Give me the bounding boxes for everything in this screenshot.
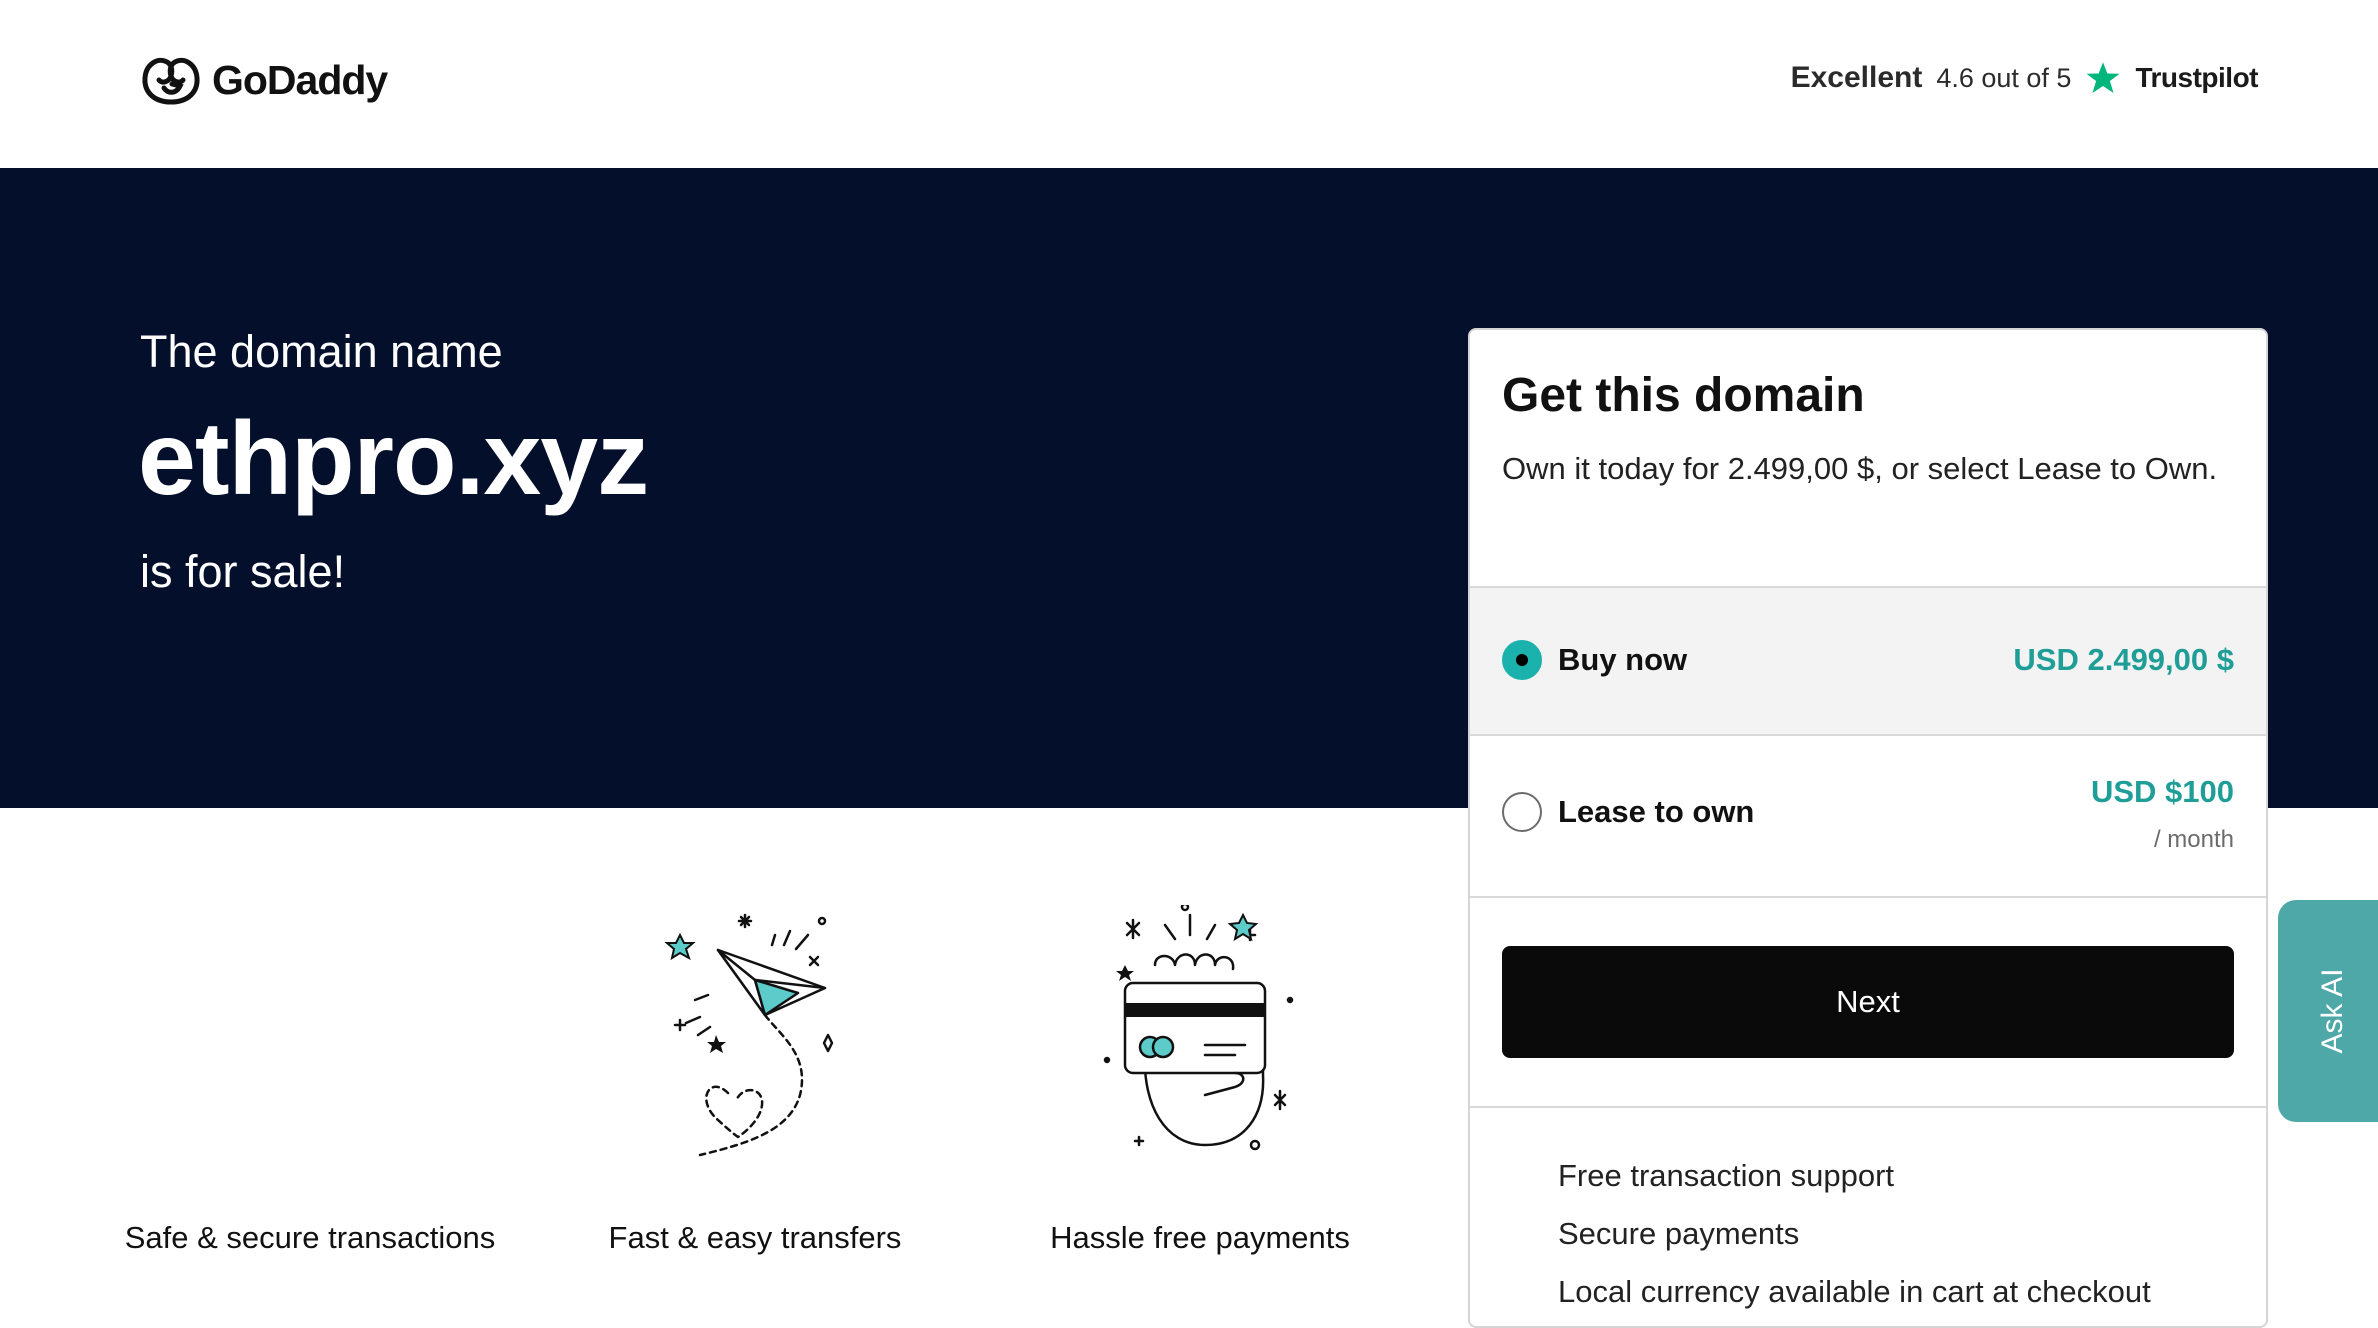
trustpilot-star-icon [2086,62,2120,93]
paper-plane-icon [664,913,834,1157]
lease-price-unit: / month [2153,826,2234,853]
feature-label: Safe & secure transactions [124,1220,496,1255]
card-title: Get this domain [1502,369,1865,422]
next-button-area: Next [1470,898,2266,1108]
feature-label: Hassle free payments [1050,1220,1350,1255]
lease-radio[interactable] [1502,792,1542,832]
feature-fast-transfers: Fast & easy transfers [555,1220,955,1256]
benefit-item: Free transaction support [1558,1158,1895,1193]
hero-intro: The domain name [140,326,503,377]
feature-safe-secure: Safe & secure transactions [110,1220,510,1256]
rating-score: 4.6 out of 5 [1936,62,2072,93]
next-button[interactable]: Next [1502,946,2234,1058]
option-lease-to-own[interactable]: Lease to own USD $100 / month [1470,736,2266,898]
domain-name: ethpro.xyz [138,401,649,517]
hero-for-sale: is for sale! [140,546,346,597]
benefit-item: Local currency available in cart at chec… [1558,1274,2151,1309]
buy-now-price: USD 2.499,00 $ [2013,642,2234,677]
benefits-list: Free transaction support Secure payments… [1470,1108,2266,1326]
godaddy-logo-icon [142,57,200,105]
feature-hassle-free: Hassle free payments [1000,1220,1400,1256]
trustpilot-brand: Trustpilot [2135,62,2258,93]
logo-wordmark: GoDaddy [212,56,388,103]
card-subtitle: Own it today for 2.499,00 $, or select L… [1502,451,2218,486]
purchase-card: Get this domain Own it today for 2.499,0… [1468,328,2268,1328]
ask-ai-button[interactable]: Ask AI [2278,900,2378,1122]
rating-word: Excellent [1790,61,1923,94]
buy-now-radio[interactable] [1502,640,1542,680]
site-header: GoDaddy Excellent 4.6 out of 5 Trustpilo… [0,0,2378,168]
ask-ai-label: Ask AI [2316,968,2349,1054]
option-buy-now[interactable]: Buy now USD 2.499,00 $ [1470,588,2266,736]
credit-card-hand-icon [1103,905,1294,1151]
benefit-item: Secure payments [1558,1216,1800,1251]
trustpilot-rating[interactable]: Excellent 4.6 out of 5 Trustpilot [1790,60,2259,96]
card-header: Get this domain Own it today for 2.499,0… [1470,330,2266,588]
lease-label: Lease to own [1558,794,1755,829]
godaddy-logo[interactable]: GoDaddy [140,52,388,108]
feature-label: Fast & easy transfers [608,1220,902,1255]
lease-price: USD $100 [2090,774,2234,809]
buy-now-label: Buy now [1558,642,1688,677]
